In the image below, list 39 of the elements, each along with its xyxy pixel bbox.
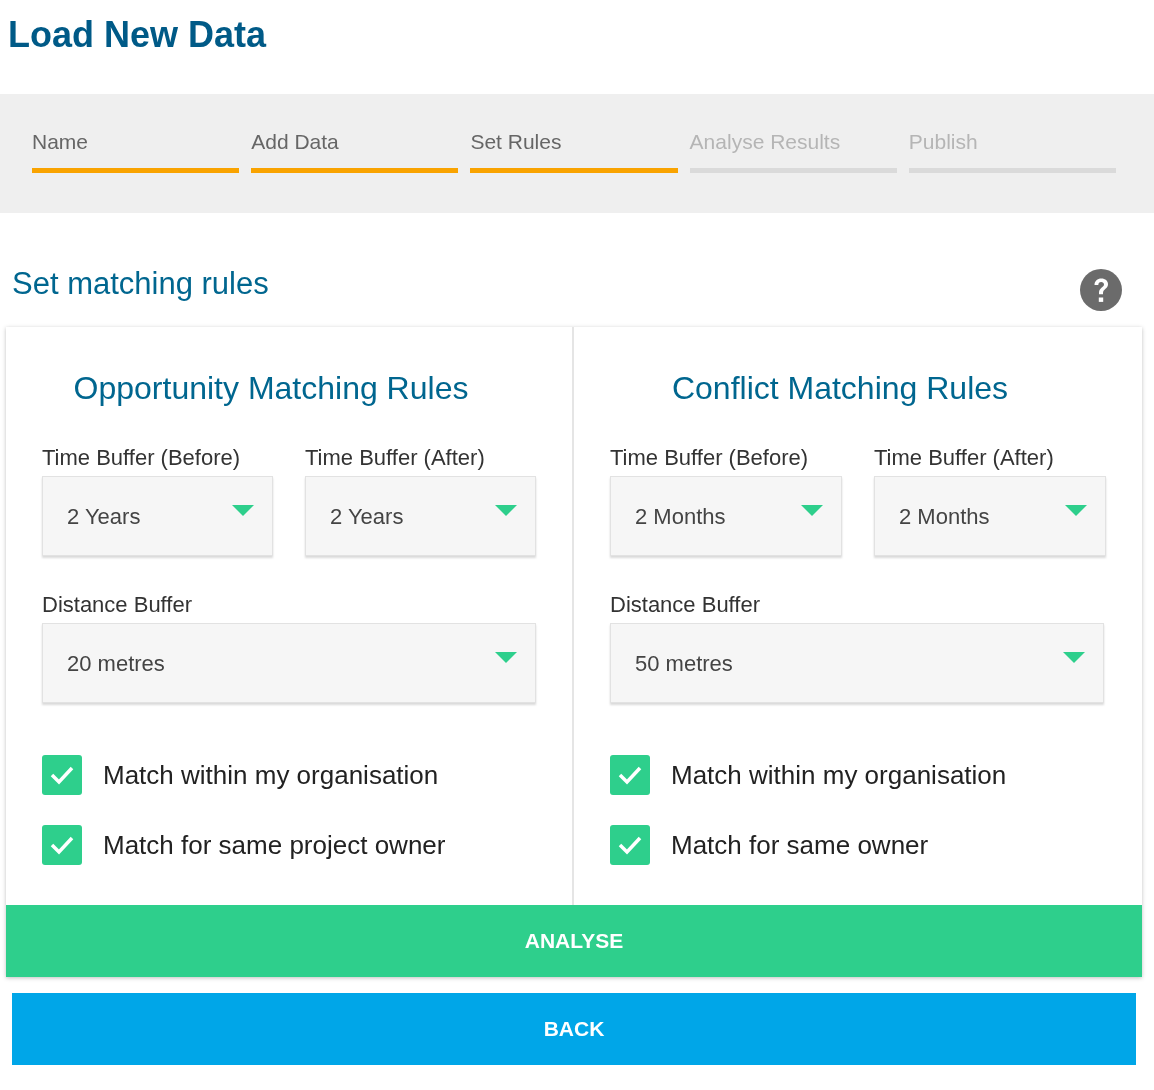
caret-down-icon xyxy=(1063,652,1085,664)
checkbox[interactable] xyxy=(42,825,82,865)
caret-down-icon xyxy=(495,505,517,517)
dropdown-field[interactable]: 20 metres xyxy=(42,623,536,703)
dropdown-field[interactable]: 2 Years xyxy=(42,476,273,556)
panel-title: Conflict Matching Rules xyxy=(670,369,1010,408)
checkmark-icon xyxy=(50,835,74,855)
field-label: Time Buffer (Before) xyxy=(610,444,810,472)
section-title: Set matching rules xyxy=(12,265,269,303)
checkbox-label: Match within my organisation xyxy=(671,758,1007,792)
dropdown-field[interactable]: 2 Years xyxy=(305,476,536,556)
checkbox[interactable] xyxy=(610,825,650,865)
dropdown-field[interactable]: 50 metres xyxy=(610,623,1104,703)
checkmark-icon xyxy=(50,765,74,785)
checkbox-label: Match for same owner xyxy=(671,828,929,862)
checkbox[interactable] xyxy=(42,755,82,795)
checkbox[interactable] xyxy=(610,755,650,795)
step-tab[interactable]: Set Rules xyxy=(470,128,678,173)
panel-title: Opportunity Matching Rules xyxy=(72,369,470,408)
step-tab[interactable]: Name xyxy=(32,128,240,173)
checkbox-label: Match within my organisation xyxy=(103,758,439,792)
checkmark-icon xyxy=(618,765,642,785)
caret-down-icon xyxy=(801,505,823,517)
field-label: Time Buffer (After) xyxy=(305,444,486,472)
help-icon[interactable] xyxy=(1080,269,1122,311)
caret-down-icon xyxy=(1065,505,1087,517)
field-label: Distance Buffer xyxy=(610,591,761,619)
dropdown-field[interactable]: 2 Months xyxy=(610,476,842,556)
page-title: Load New Data xyxy=(7,13,268,57)
field-label: Time Buffer (After) xyxy=(874,444,1055,472)
back-button[interactable]: BACK xyxy=(12,993,1136,1065)
caret-down-icon xyxy=(495,652,517,664)
checkbox-label: Match for same project owner xyxy=(103,828,446,862)
field-label: Distance Buffer xyxy=(42,591,193,619)
field-label: Time Buffer (Before) xyxy=(42,444,242,472)
checkmark-icon xyxy=(618,835,642,855)
step-tab[interactable]: Add Data xyxy=(251,128,459,173)
caret-down-icon xyxy=(232,505,254,517)
dropdown-field[interactable]: 2 Months xyxy=(874,476,1106,556)
